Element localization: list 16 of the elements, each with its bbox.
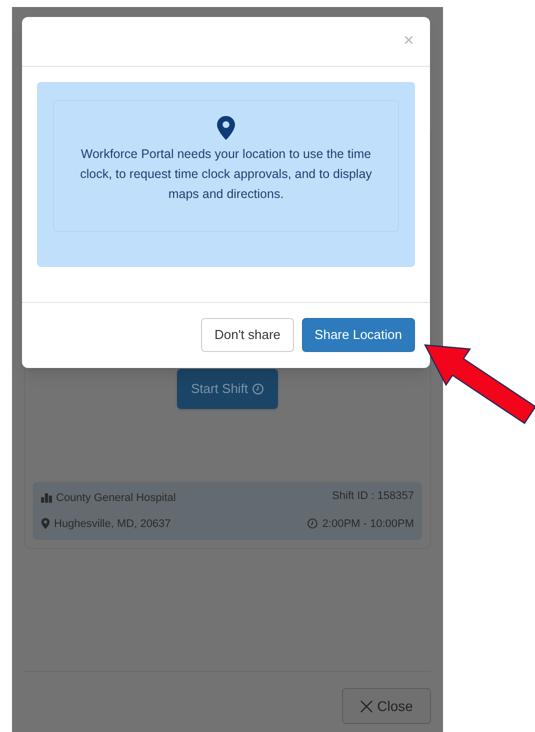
location-message: Workforce Portal needs your location to use the time clock, to request time clock approvals, and to display maps and directions.	[79, 146, 373, 203]
close-button[interactable]: Close	[342, 688, 431, 724]
address: Hughesville, MD, 20637	[54, 516, 171, 532]
location-pin-icon	[217, 116, 235, 140]
clock-icon	[252, 383, 264, 395]
close-icon	[360, 700, 374, 712]
facility-name: County General Hospital	[56, 491, 176, 506]
start-shift-button[interactable]: Start Shift	[176, 369, 278, 409]
share-location-button[interactable]: Share Location	[302, 318, 415, 352]
buildings-icon	[41, 493, 52, 504]
clock-icon	[307, 518, 318, 530]
shift-time: 2:00PM - 10:00PM	[322, 516, 414, 532]
dont-share-button[interactable]: Don't share	[201, 318, 294, 352]
location-pin-icon	[41, 518, 50, 530]
close-button[interactable]: ×	[403, 31, 414, 49]
shift-id: Shift ID : 158357	[332, 489, 414, 504]
